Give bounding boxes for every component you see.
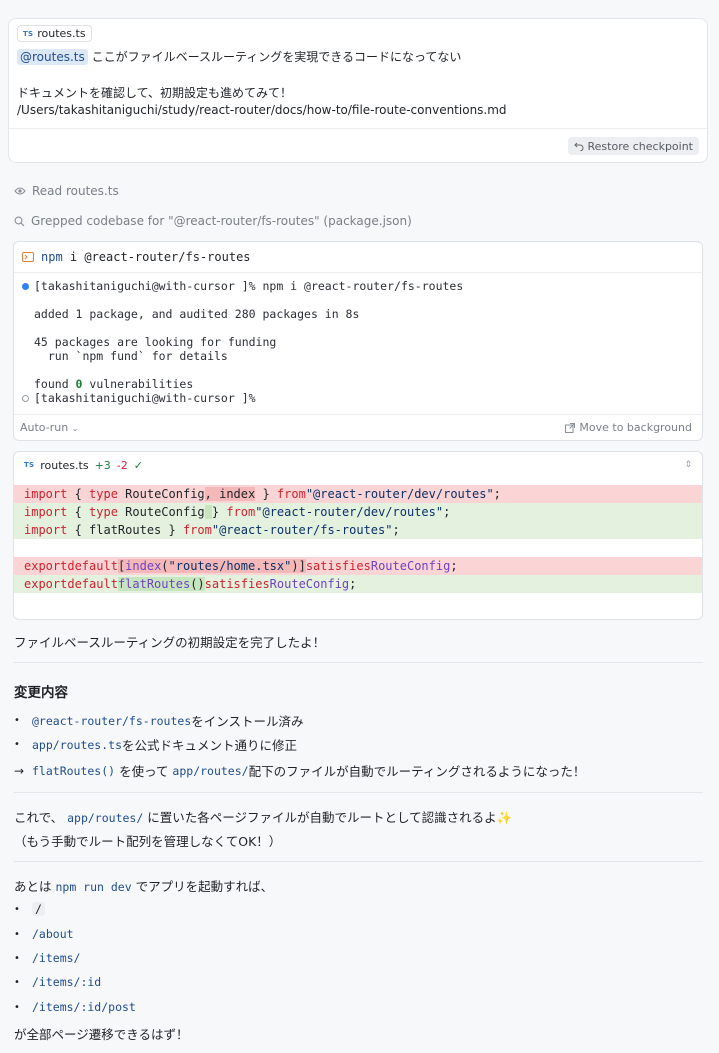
- vuln-post: vulnerabilities: [82, 377, 194, 391]
- divider: [14, 861, 703, 862]
- terminal-icon: [22, 252, 34, 262]
- p1-pre: これで、: [14, 810, 68, 825]
- inline-code: app/routes.ts: [32, 737, 123, 752]
- terminal-prompt-2: [takashitaniguchi@with-cursor ]%: [34, 391, 256, 405]
- diff-line-removed-1: import { type RouteConfig, index } from …: [14, 485, 702, 503]
- terminal-card: npm i @react-router/fs-routes [takashita…: [13, 241, 703, 441]
- restore-checkpoint-button[interactable]: Restore checkpoint: [567, 137, 699, 155]
- attached-file-name: routes.ts: [37, 27, 86, 40]
- inline-code: @react-router/fs-routes: [32, 713, 192, 728]
- auto-run-dropdown[interactable]: Auto-run ⌄: [20, 421, 78, 434]
- attached-file-chip[interactable]: TS routes.ts: [17, 25, 92, 42]
- arrow-text-2: 配下のファイルが自動でルーティングされるようになった！: [248, 764, 586, 779]
- message-line-3: /Users/takashitaniguchi/study/react-rout…: [17, 103, 507, 117]
- route-path: /items/:id: [32, 975, 102, 989]
- external-link-icon: [565, 422, 576, 433]
- p3-pre: あとは: [14, 879, 56, 894]
- diff-line-added-3: export default flatRoutes() satisfies Ro…: [14, 575, 702, 593]
- p1-post: に置いた各ページファイルが自動でルートとして認識されるよ✨: [143, 810, 513, 825]
- lines-added-count: +3: [94, 458, 111, 472]
- move-to-background-label: Move to background: [579, 421, 692, 434]
- file-mention[interactable]: @routes.ts: [17, 49, 88, 65]
- list-item: • app/routes.ts を公式ドキュメント通りに修正: [14, 735, 297, 754]
- route-list-item: • /items/:id/post: [14, 1000, 136, 1014]
- route-path: /about: [32, 927, 74, 941]
- inline-code: app/routes/: [67, 811, 144, 825]
- card-divider: [9, 128, 707, 129]
- paragraph-2: （もう手動でルート配列を管理しなくてOK！）: [14, 834, 282, 849]
- activity-grep-text: Grepped codebase for "@react-router/fs-r…: [31, 214, 412, 228]
- route-path: /items/:id/post: [32, 1000, 136, 1014]
- terminal-output-2: 45 packages are looking for funding: [34, 335, 277, 349]
- move-to-background-button[interactable]: Move to background: [565, 421, 692, 434]
- arrow-text-1: を使って: [115, 764, 173, 779]
- inline-code: app/routes/: [172, 763, 249, 778]
- vuln-pre: found: [34, 377, 76, 391]
- closing-text: が全部ページ遷移できるはず！: [14, 1027, 189, 1042]
- response-intro: ファイルベースルーティングの初期設定を完了したよ！: [14, 635, 326, 650]
- inline-code: flatRoutes(): [32, 763, 116, 778]
- route-list-item: • /about: [14, 927, 74, 941]
- terminal-command-args: i @react-router/fs-routes: [62, 250, 251, 264]
- message-line-1: @routes.ts ここがファイルベースルーティングを実現できるコードになって…: [17, 48, 461, 65]
- terminal-header: npm i @react-router/fs-routes: [14, 242, 702, 273]
- terminal-command: npm i @react-router/fs-routes: [41, 250, 251, 264]
- bullet-dot: •: [14, 903, 20, 915]
- route-list-item: • /items/:id: [14, 975, 101, 989]
- terminal-command-npm: npm: [41, 250, 63, 264]
- bullet-dot: •: [14, 976, 20, 988]
- message-text-1: ここがファイルベースルーティングを実現できるコードになってない: [91, 50, 462, 64]
- list-item-text: をインストール済み: [191, 714, 304, 729]
- activity-grep[interactable]: Grepped codebase for "@react-router/fs-r…: [14, 214, 412, 228]
- bullet-dot: •: [14, 1001, 20, 1013]
- terminal-output-1: added 1 package, and audited 280 package…: [34, 307, 360, 321]
- idle-status-dot: [22, 395, 29, 402]
- arrow-icon: →: [14, 763, 25, 778]
- chevron-down-icon: ⌄: [71, 424, 79, 433]
- restore-checkpoint-label: Restore checkpoint: [587, 139, 694, 153]
- inline-code: npm run dev: [55, 880, 132, 894]
- diff-line-added-1: import { type RouteConfig } from "@react…: [14, 503, 702, 521]
- bullet-dot: •: [14, 928, 20, 940]
- list-item-text: を公式ドキュメント通りに修正: [122, 738, 298, 753]
- activity-read-file[interactable]: Read routes.ts: [14, 184, 119, 198]
- diff-line-removed-2: export default [index("routes/home.tsx")…: [14, 557, 702, 575]
- p3-post: でアプリを起動すれば、: [131, 879, 274, 894]
- terminal-output-4: found 0 vulnerabilities: [34, 377, 193, 391]
- terminal-footer: Auto-run ⌄ Move to background: [14, 414, 702, 440]
- route-list-item: • /items/: [14, 951, 80, 965]
- typescript-icon: TS: [24, 461, 35, 469]
- arrow-line: → flatRoutes() を使って app/routes/ 配下のファイルが…: [14, 761, 585, 780]
- divider: [14, 662, 703, 663]
- route-list-item: • /: [14, 902, 45, 916]
- search-icon: [14, 216, 25, 226]
- route-path: /: [32, 902, 45, 916]
- divider: [14, 792, 703, 793]
- bullet-dot: •: [14, 952, 20, 964]
- diff-file-name: routes.ts: [40, 458, 89, 472]
- list-item: • @react-router/fs-routes をインストール済み: [14, 711, 304, 730]
- changes-heading: 変更内容: [14, 685, 68, 701]
- running-status-dot: [22, 283, 29, 290]
- typescript-icon: TS: [23, 29, 34, 38]
- bullet-dot: •: [14, 739, 20, 750]
- terminal-output-3: run `npm fund` for details: [34, 349, 228, 363]
- eye-icon: [14, 187, 26, 195]
- check-icon: ✓: [133, 458, 143, 472]
- diff-line-added-2: import { flatRoutes } from "@react-route…: [14, 521, 702, 539]
- route-path: /items/: [32, 951, 81, 965]
- paragraph-1: これで、 app/routes/ に置いた各ページファイルが自動でルートとして認…: [14, 807, 512, 826]
- diff-header[interactable]: TS routes.ts +3 -2 ✓ ⇕: [14, 452, 702, 478]
- paragraph-3: あとは npm run dev でアプリを起動すれば、: [14, 876, 273, 895]
- diff-card: TS routes.ts +3 -2 ✓ ⇕ import { type Rou…: [13, 451, 703, 620]
- undo-icon: [573, 142, 583, 151]
- expand-collapse-icon[interactable]: ⇕: [684, 460, 692, 470]
- auto-run-label: Auto-run: [20, 421, 69, 434]
- terminal-prompt-1: [takashitaniguchi@with-cursor ]% npm i @…: [34, 279, 464, 293]
- lines-removed-count: -2: [116, 458, 128, 472]
- bullet-dot: •: [14, 715, 20, 726]
- user-message-card: TS routes.ts @routes.ts ここがファイルベースルーティング…: [8, 18, 708, 163]
- message-line-2: ドキュメントを確認して、初期設定も進めてみて！: [17, 86, 293, 100]
- activity-read-text: Read routes.ts: [32, 184, 119, 198]
